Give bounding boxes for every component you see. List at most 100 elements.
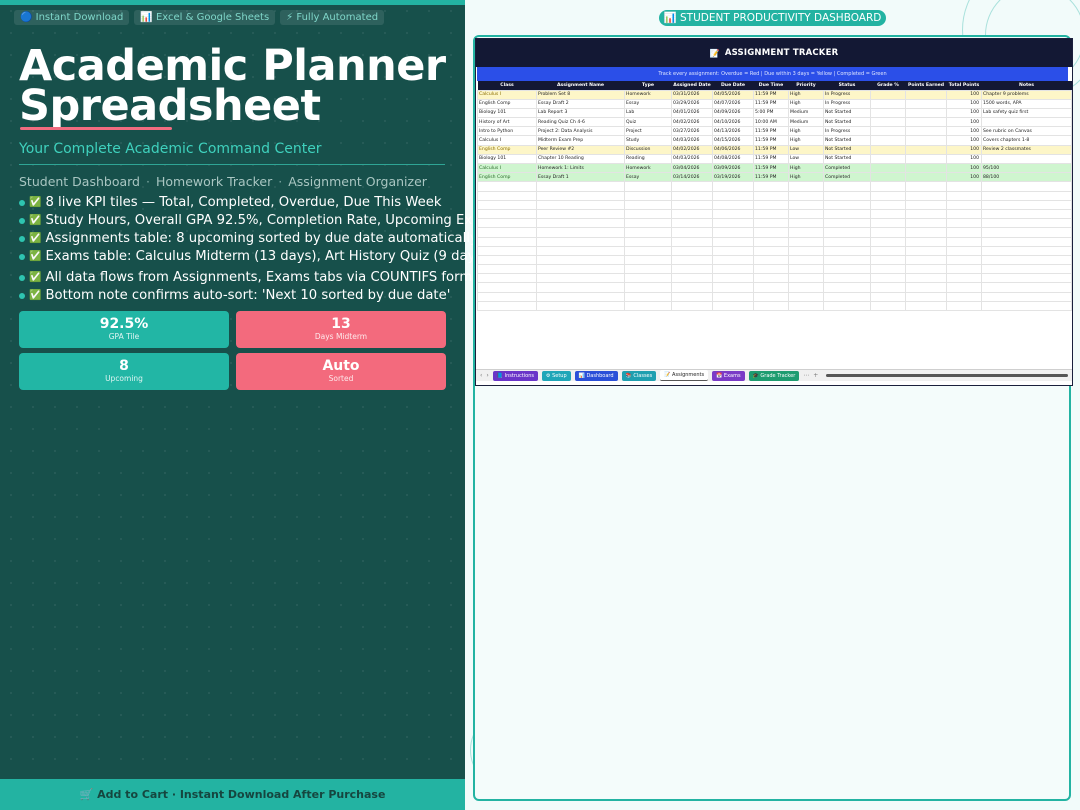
table-cell[interactable] bbox=[823, 218, 871, 229]
table-cell[interactable] bbox=[477, 181, 537, 192]
table-cell[interactable]: Essay Draft 2 bbox=[536, 98, 625, 109]
table-cell[interactable] bbox=[788, 273, 824, 284]
table-cell[interactable] bbox=[477, 199, 537, 210]
table-cell[interactable] bbox=[905, 89, 947, 100]
table-cell[interactable] bbox=[946, 181, 982, 192]
table-cell[interactable] bbox=[477, 236, 537, 247]
table-cell[interactable]: 11:59 PM bbox=[753, 98, 789, 109]
table-cell[interactable] bbox=[753, 264, 789, 275]
table-cell[interactable]: 88/100 bbox=[981, 172, 1072, 183]
table-row[interactable]: Calculus I Problem Set 8 Homework 03/31/202… bbox=[477, 89, 1072, 100]
table-cell[interactable]: 11:59 PM bbox=[753, 135, 789, 146]
table-cell[interactable] bbox=[671, 227, 713, 238]
table-cell[interactable]: 100 bbox=[946, 135, 982, 146]
table-cell[interactable] bbox=[712, 282, 754, 293]
table-row[interactable]: Biology 101 Chapter 10 Reading Reading 04/0… bbox=[477, 153, 1072, 165]
table-cell[interactable] bbox=[477, 264, 537, 275]
table-cell[interactable] bbox=[753, 254, 789, 266]
table-cell[interactable] bbox=[905, 181, 947, 192]
table-cell[interactable] bbox=[536, 199, 625, 210]
empty-row[interactable] bbox=[477, 300, 1072, 312]
table-cell[interactable] bbox=[981, 117, 1072, 128]
table-cell[interactable]: Biology 101 bbox=[477, 107, 537, 119]
table-cell[interactable]: Study bbox=[624, 135, 672, 146]
table-cell[interactable] bbox=[946, 245, 982, 256]
table-cell[interactable]: 03/14/2026 bbox=[671, 172, 713, 183]
table-cell[interactable] bbox=[981, 181, 1072, 192]
empty-row[interactable] bbox=[477, 190, 1072, 201]
table-cell[interactable]: Project bbox=[624, 126, 672, 137]
table-row[interactable]: History of Art Reading Quiz Ch 4-6 Quiz 04/… bbox=[477, 117, 1072, 128]
table-cell[interactable]: Midterm Exam Prep bbox=[536, 135, 625, 146]
table-cell[interactable] bbox=[870, 291, 906, 302]
table-cell[interactable]: English Comp bbox=[477, 172, 537, 183]
table-cell[interactable] bbox=[870, 135, 906, 146]
table-cell[interactable] bbox=[624, 264, 672, 275]
table-cell[interactable]: Calculus I bbox=[477, 89, 537, 100]
table-cell[interactable] bbox=[788, 264, 824, 275]
table-cell[interactable] bbox=[870, 144, 906, 155]
table-cell[interactable] bbox=[624, 227, 672, 238]
table-cell[interactable]: 100 bbox=[946, 144, 982, 155]
table-cell[interactable] bbox=[823, 199, 871, 210]
table-cell[interactable] bbox=[753, 282, 789, 293]
column-header[interactable]: Grade % bbox=[870, 81, 906, 90]
table-cell[interactable] bbox=[477, 227, 537, 238]
table-cell[interactable] bbox=[753, 273, 789, 284]
table-cell[interactable] bbox=[788, 254, 824, 266]
table-cell[interactable] bbox=[788, 236, 824, 247]
table-cell[interactable] bbox=[981, 254, 1072, 266]
table-cell[interactable] bbox=[870, 98, 906, 109]
table-cell[interactable]: 100 bbox=[946, 117, 982, 128]
table-cell[interactable] bbox=[905, 126, 947, 137]
table-cell[interactable]: Essay bbox=[624, 172, 672, 183]
table-cell[interactable] bbox=[536, 236, 625, 247]
table-cell[interactable]: 95/100 bbox=[981, 162, 1072, 174]
table-cell[interactable]: 03/19/2026 bbox=[712, 172, 754, 183]
sheet-tab[interactable]: 📊 Dashboard bbox=[574, 370, 618, 381]
table-cell[interactable] bbox=[671, 273, 713, 284]
table-cell[interactable] bbox=[477, 291, 537, 302]
table-cell[interactable] bbox=[823, 300, 871, 312]
table-cell[interactable] bbox=[981, 208, 1072, 220]
table-cell[interactable] bbox=[536, 190, 625, 201]
table-cell[interactable] bbox=[788, 218, 824, 229]
table-cell[interactable]: Essay Draft 1 bbox=[536, 172, 625, 183]
sheet-tab[interactable]: 📝 Assignments bbox=[660, 370, 709, 381]
table-cell[interactable]: High bbox=[788, 172, 824, 183]
table-cell[interactable]: 04/13/2026 bbox=[712, 126, 754, 137]
table-cell[interactable]: In Progress bbox=[823, 89, 871, 100]
table-cell[interactable] bbox=[946, 208, 982, 220]
table-cell[interactable] bbox=[477, 282, 537, 293]
table-cell[interactable]: Calculus I bbox=[477, 135, 537, 146]
table-cell[interactable] bbox=[870, 89, 906, 100]
table-cell[interactable] bbox=[624, 300, 672, 312]
column-header[interactable]: Assignment Name bbox=[536, 81, 625, 90]
table-cell[interactable] bbox=[823, 264, 871, 275]
table-cell[interactable] bbox=[624, 190, 672, 201]
table-row[interactable]: Biology 101 Lab Report 3 Lab 04/01/2026 04/0… bbox=[477, 107, 1072, 119]
add-to-cart-button[interactable]: 🛒 Add to Cart · Instant Download After P… bbox=[0, 779, 465, 810]
table-cell[interactable]: Chapter 9 problems bbox=[981, 89, 1072, 100]
table-cell[interactable] bbox=[753, 218, 789, 229]
table-cell[interactable] bbox=[788, 300, 824, 312]
table-cell[interactable] bbox=[536, 218, 625, 229]
empty-row[interactable] bbox=[477, 291, 1072, 302]
empty-row[interactable] bbox=[477, 199, 1072, 210]
table-cell[interactable]: High bbox=[788, 162, 824, 174]
table-cell[interactable] bbox=[905, 254, 947, 266]
column-header[interactable]: Priority bbox=[788, 81, 824, 90]
table-cell[interactable] bbox=[753, 190, 789, 201]
table-cell[interactable]: Covers chapters 1-8 bbox=[981, 135, 1072, 146]
table-cell[interactable] bbox=[946, 254, 982, 266]
table-cell[interactable] bbox=[712, 236, 754, 247]
table-cell[interactable]: Chapter 10 Reading bbox=[536, 153, 625, 165]
empty-row[interactable] bbox=[477, 245, 1072, 256]
table-cell[interactable] bbox=[981, 291, 1072, 302]
table-cell[interactable] bbox=[671, 208, 713, 220]
table-cell[interactable] bbox=[671, 300, 713, 312]
tab-scroll-left-icon[interactable]: ‹ bbox=[480, 372, 482, 379]
table-cell[interactable] bbox=[712, 245, 754, 256]
table-cell[interactable]: 04/10/2026 bbox=[712, 117, 754, 128]
table-cell[interactable]: High bbox=[788, 98, 824, 109]
